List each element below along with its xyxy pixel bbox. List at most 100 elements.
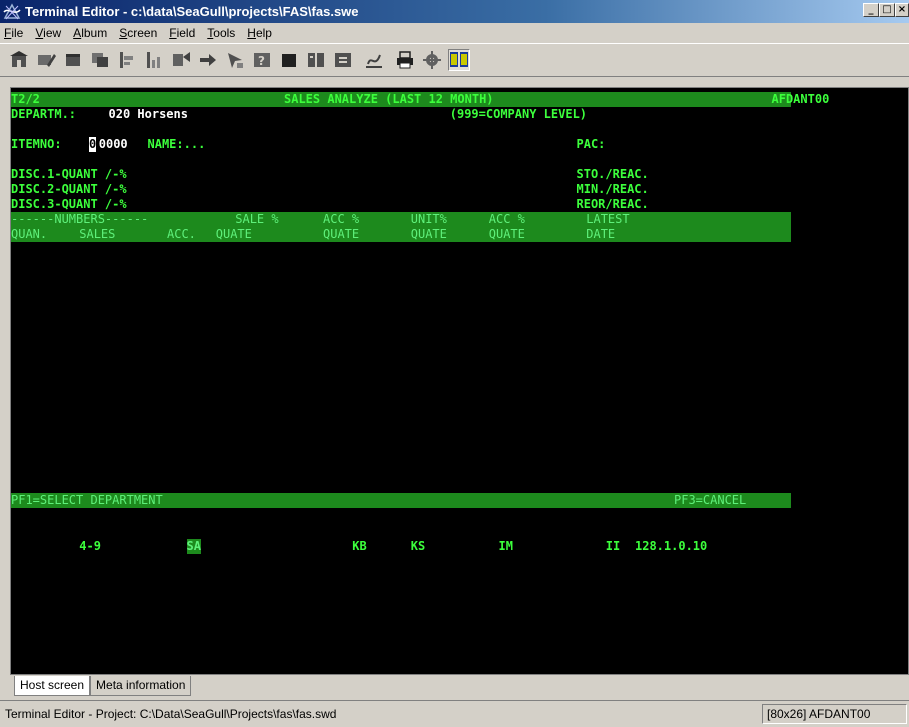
- wizard-tool-button[interactable]: [170, 49, 192, 71]
- terminal-field: DISC.1-QUANT /-%: [11, 167, 127, 181]
- terminal-field: ACC %: [488, 212, 525, 226]
- terminal-field: SALE %: [235, 212, 279, 226]
- terminal-row: ------NUMBERS------ SALE % ACC % UNIT% ACC %…: [11, 212, 791, 227]
- terminal-field: MIN./REAC.: [576, 182, 649, 196]
- align-left-icon: [116, 49, 138, 71]
- copy-field-tool-button[interactable]: [89, 49, 111, 71]
- menu-album[interactable]: Album: [73, 26, 107, 40]
- terminal-field: QUATE: [410, 227, 447, 241]
- split-icon: [305, 49, 327, 71]
- block-tool-button[interactable]: [62, 49, 84, 71]
- terminal-field[interactable]: 0000: [99, 137, 128, 152]
- terminal-field: ------NUMBERS------: [11, 212, 149, 226]
- terminal-field: QUATE: [488, 227, 525, 241]
- terminal-field: NAME:...: [147, 137, 206, 151]
- terminal-field: DISC.2-QUANT /-%: [11, 182, 127, 196]
- status-indicator[interactable]: SA: [186, 539, 201, 554]
- menu-help[interactable]: Help: [247, 26, 272, 40]
- status-indicator: KS: [410, 539, 426, 553]
- terminal-row: T2/2 SALES ANALYZE (LAST 12 MONTH) AFDANT0…: [11, 92, 829, 107]
- terminal-row: ITEMNO: 0 0000 NAME:... PAC:: [11, 137, 791, 152]
- menu-view[interactable]: View: [35, 26, 61, 40]
- join-tool-button[interactable]: [332, 49, 354, 71]
- menu-file[interactable]: File: [4, 26, 23, 40]
- black-box-icon: [278, 49, 300, 71]
- terminal-row: DISC.2-QUANT /-% MIN./REAC.: [11, 182, 791, 197]
- cursor-icon: [224, 49, 246, 71]
- align-bottom-icon: [143, 49, 165, 71]
- terminal-field: QUAN.: [11, 227, 48, 241]
- status-project-path: Terminal Editor - Project: C:\Data\SeaGu…: [5, 707, 337, 721]
- window-title: Terminal Editor - c:\data\SeaGull\projec…: [25, 4, 359, 19]
- properties-icon: ?: [251, 49, 273, 71]
- tab-host-screen[interactable]: Host screen: [14, 676, 91, 696]
- align-left-tool-button[interactable]: [116, 49, 138, 71]
- tile-tool-button[interactable]: [448, 49, 470, 71]
- terminal-field[interactable]: 020 Horsens: [109, 107, 188, 122]
- host-screen-frame: T2/2 SALES ANALYZE (LAST 12 MONTH) AFDANT0…: [10, 87, 909, 675]
- terminal-row: QUAN. SALES ACC. QUATE QUATE QUATE QUATE DATE: [11, 227, 791, 242]
- status-indicator: IM: [498, 539, 513, 553]
- terminal-status-line: 4-9 SA KB KS IM II 128.1.0.10: [11, 539, 791, 554]
- status-indicator: KB: [352, 539, 367, 553]
- status-indicator: II: [605, 539, 621, 553]
- terminal-field: SALES: [79, 227, 116, 241]
- move-icon: [197, 49, 219, 71]
- building-icon: [8, 49, 30, 71]
- block-icon: [62, 49, 84, 71]
- terminal-field: QUATE: [323, 227, 360, 241]
- terminal-field: SALES ANALYZE (LAST 12 MONTH): [284, 92, 494, 106]
- black-box-tool-button[interactable]: [278, 49, 300, 71]
- terminal-field: DEPARTM.:: [11, 107, 77, 121]
- terminal-field: LATEST: [586, 212, 630, 226]
- menu-tools[interactable]: Tools: [207, 26, 235, 40]
- menu-field[interactable]: Field: [169, 26, 195, 40]
- title-bar[interactable]: Terminal Editor - c:\data\SeaGull\projec…: [0, 0, 909, 23]
- app-icon: [3, 2, 21, 21]
- terminal-screen[interactable]: T2/2 SALES ANALYZE (LAST 12 MONTH) AFDANT0…: [11, 88, 829, 676]
- close-button[interactable]: ×: [895, 3, 909, 17]
- edit-field-tool-button[interactable]: [35, 49, 57, 71]
- terminal-field: AFDANT00: [771, 92, 830, 106]
- print-tool-button[interactable]: [394, 49, 416, 71]
- terminal-field: REOR/REAC.: [576, 197, 649, 211]
- terminal-field: ACC.: [167, 227, 196, 241]
- toolbar: ?: [0, 43, 909, 77]
- terminal-field: (999=COMPANY LEVEL): [449, 107, 588, 121]
- join-icon: [332, 49, 354, 71]
- copy-field-icon: [89, 49, 111, 71]
- status-bar: Terminal Editor - Project: C:\Data\SeaGu…: [0, 700, 909, 727]
- terminal-field: DATE: [586, 227, 616, 241]
- terminal-row: DISC.3-QUANT /-% REOR/REAC.: [11, 197, 791, 212]
- building-tool-button[interactable]: [8, 49, 30, 71]
- sign-tool-button[interactable]: [363, 49, 385, 71]
- minimize-button[interactable]: _: [863, 3, 879, 17]
- properties-tool-button[interactable]: ?: [251, 49, 273, 71]
- status-screen-info: [80x26] AFDANT00: [762, 704, 907, 724]
- split-tool-button[interactable]: [305, 49, 327, 71]
- move-tool-button[interactable]: [197, 49, 219, 71]
- menu-bar: File View Album Screen Field Tools Help: [0, 23, 909, 43]
- print-icon: [394, 49, 416, 71]
- terminal-field: UNIT%: [410, 212, 447, 226]
- terminal-editor-window: Terminal Editor - c:\data\SeaGull\projec…: [0, 0, 909, 727]
- pf3-cancel: PF3=CANCEL: [674, 492, 747, 507]
- terminal-field: STO./REAC.: [576, 167, 649, 181]
- gear-icon: [421, 49, 443, 71]
- terminal-field: T2/2: [11, 92, 40, 106]
- terminal-field: PAC:: [576, 137, 606, 151]
- tab-meta-information[interactable]: Meta information: [90, 676, 192, 696]
- cursor-tool-button[interactable]: [224, 49, 246, 71]
- terminal-field: DISC.3-QUANT /-%: [11, 197, 127, 211]
- menu-screen[interactable]: Screen: [119, 26, 157, 40]
- status-indicator: 128.1.0.10: [635, 539, 708, 553]
- svg-text:?: ?: [258, 54, 265, 68]
- terminal-field: ITEMNO:: [11, 137, 62, 151]
- gear-tool-button[interactable]: [421, 49, 443, 71]
- maximize-button[interactable]: □: [879, 3, 895, 17]
- terminal-row: DISC.1-QUANT /-% STO./REAC.: [11, 167, 791, 182]
- edit-field-icon: [35, 49, 57, 71]
- terminal-field[interactable]: 0: [89, 137, 97, 152]
- align-bottom-tool-button[interactable]: [143, 49, 165, 71]
- status-indicator: 4-9: [79, 539, 101, 553]
